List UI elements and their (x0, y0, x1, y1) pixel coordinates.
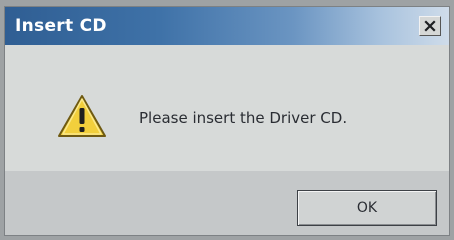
warning-icon (58, 95, 106, 137)
dialog-title: Insert CD (15, 16, 107, 36)
insert-cd-dialog: Insert CD Please insert the Driver CD. O… (4, 6, 450, 236)
dialog-footer: OK (5, 171, 449, 235)
ok-button[interactable]: OK (297, 190, 437, 226)
dialog-body: Please insert the Driver CD. (5, 45, 449, 171)
close-icon (424, 20, 436, 32)
dialog-message: Please insert the Driver CD. (139, 109, 348, 127)
title-bar[interactable]: Insert CD (5, 7, 449, 45)
close-button[interactable] (419, 16, 441, 36)
